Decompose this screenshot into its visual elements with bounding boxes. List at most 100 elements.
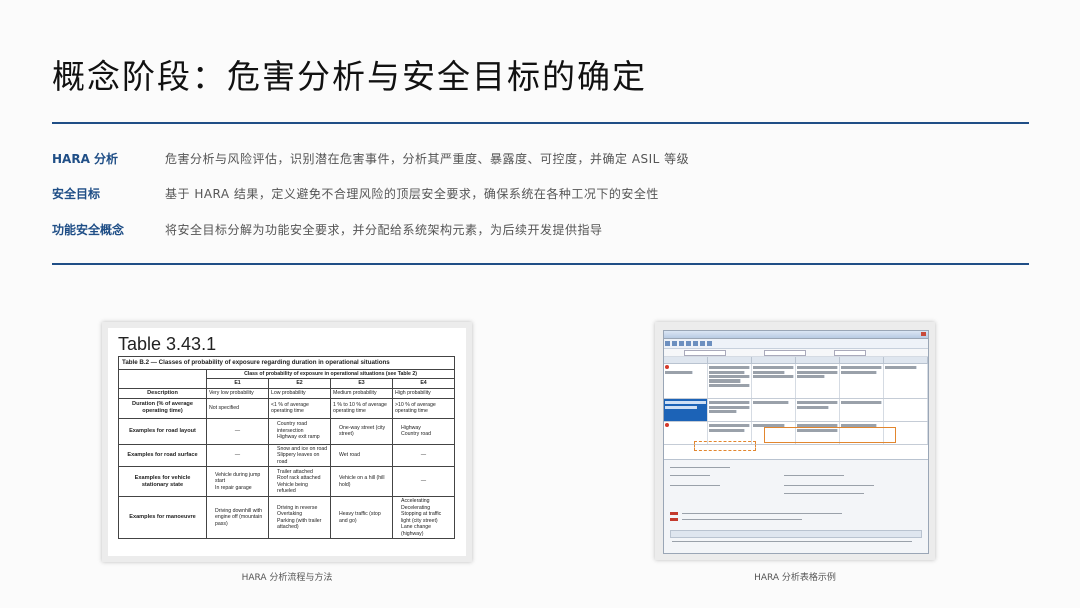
table-cell: Heavy traffic (stop and go) [330,496,393,540]
selected-cell [664,399,708,421]
table-cell: Vehicle on a hill (hill hold) [330,466,393,498]
table-cell: — [391,466,456,498]
grid-cell [708,364,752,398]
tool-titlebar [664,331,928,339]
grid-cell [796,364,840,398]
cell-item: Vehicle during jump start [215,472,266,485]
cell-item: Country road intersection [277,421,328,434]
grid-cell [752,399,796,421]
figure-caption-left: HARA 分析流程与方法 [241,573,333,583]
table-caption: Table B.2 — Classes of probability of ex… [117,356,456,370]
row-head: Examples for road surface [118,443,207,468]
asil-indicator [670,512,678,515]
row-description: 危害分析与风险评估，识别潜在危害事件，分析其严重度、暴露度、可控度，并确定 AS… [165,152,690,166]
table-cell: — [391,443,456,468]
column-header [796,357,840,363]
status-icon [665,365,669,369]
row-head: Examples for manoeuvre [118,496,207,540]
grid-cell [840,364,884,398]
figure-hara-tool [655,322,935,560]
group-header: Class of probability of exposure in oper… [205,368,456,380]
toolbar-icon [665,341,670,346]
table-cell: 1 % to 10 % of average operating time [330,397,393,419]
table-cell: Accelerating Decelerating Stopping at tr… [391,496,456,540]
cell-item: Vehicle on a hill (hill hold) [339,475,390,488]
table-cell: Country road intersection Highway exit r… [268,417,331,445]
toolbar-icon [700,341,705,346]
row-label: 功能安全概念 [52,223,125,237]
page-title: 概念阶段：危害分析与安全目标的确定 [52,57,647,96]
column-header [884,357,928,363]
class-header: E3 [330,378,393,389]
cell-item: Heavy traffic (stop and go) [339,511,390,524]
tool-grid-header [664,357,928,364]
filter-field [834,350,866,356]
table-cell: Medium probability [330,387,393,399]
tool-screenshot [663,330,929,554]
figure-exposure-table: Table 3.43.1 Table B.2 — Classes of prob… [102,322,472,562]
column-header [840,357,884,363]
grid-row [664,364,928,399]
table-cell: — [206,443,269,468]
table-cell: Snow and ice on road Slippery leaves on … [268,443,331,468]
cell-item: Highway exit ramp [277,434,328,441]
row-label: HARA 分析 [52,152,119,166]
table-cell: Wet road [330,443,393,468]
filter-field [764,350,806,356]
table-cell: Driving downhill with engine off (mounta… [206,496,269,540]
column-header [708,357,752,363]
row-description: 基于 HARA 结果，定义避免不合理风险的顶层安全要求，确保系统在各种工况下的安… [165,187,659,201]
row-head: Description [118,387,207,399]
close-icon [921,332,926,336]
table-cell: Driving in reverse Overtaking Parking (w… [268,496,331,540]
table-cell: Low probability [268,387,331,399]
tool-toolbar [664,339,928,349]
cell-item: One-way street (city street) [339,425,390,438]
table-cell: <1 % of average operating time [268,397,331,419]
table-cell: Highway Country road [391,417,456,445]
column-header [664,357,708,363]
divider-bottom [52,263,1029,265]
grid-cell [796,399,840,421]
toolbar-icon [679,341,684,346]
figure-caption-right: HARA 分析表格示例 [754,573,836,583]
table-cell: One-way street (city street) [330,417,393,445]
cell-item: Lane change (highway) [401,524,452,537]
table-cell: Trailer attached Roof rack attached Vehi… [268,466,331,498]
callout-box [694,441,756,451]
row-hara: HARA 分析 危害分析与风险评估，识别潜在危害事件，分析其严重度、暴露度、可控… [52,150,1029,170]
row-fsc: 功能安全概念 将安全目标分解为功能安全要求，并分配给系统架构元素，为后续开发提供… [52,221,1029,241]
cell-item: Driving downhill with engine off (mounta… [215,508,266,528]
status-icon [665,423,669,427]
column-header [752,357,796,363]
table-title: Table 3.43.1 [118,334,217,354]
tool-detail-panel [664,459,928,553]
cell-item: In repair garage [215,485,266,492]
toolbar-icon [686,341,691,346]
table-cell: High probability [391,387,456,399]
table-cell: >10 % of average operating time [391,397,456,419]
table-cell: Vehicle during jump start In repair gara… [206,466,269,498]
table-cell: Not specified [206,397,269,419]
grid-cell [664,364,708,398]
filter-field [684,350,726,356]
row-description: 将安全目标分解为功能安全要求，并分配给系统架构元素，为后续开发提供指导 [165,223,603,237]
cell-item: Roof rack attached [277,475,328,482]
grid-cell [884,399,928,421]
asil-indicator [670,518,678,521]
cell-item: Slippery leaves on road [277,452,328,465]
table-cell: — [206,417,269,445]
grid-cell [884,364,928,398]
sub-table-header [670,530,922,538]
row-label: 安全目标 [52,187,101,201]
cell-item: Parking (with trailer attached) [277,518,328,531]
cell-item: Stopping at traffic light (city street) [401,511,452,524]
toolbar-icon [707,341,712,346]
table-cell: Very low probability [206,387,269,399]
row-safety-goal: 安全目标 基于 HARA 结果，定义避免不合理风险的顶层安全要求，确保系统在各种… [52,185,1029,205]
tool-filter-bar [664,349,928,357]
class-header: E1 [206,378,269,389]
cell-item: Vehicle being refueled [277,482,328,495]
row-head: Duration (% of average operating time) [118,397,207,419]
class-header: E4 [391,378,456,389]
